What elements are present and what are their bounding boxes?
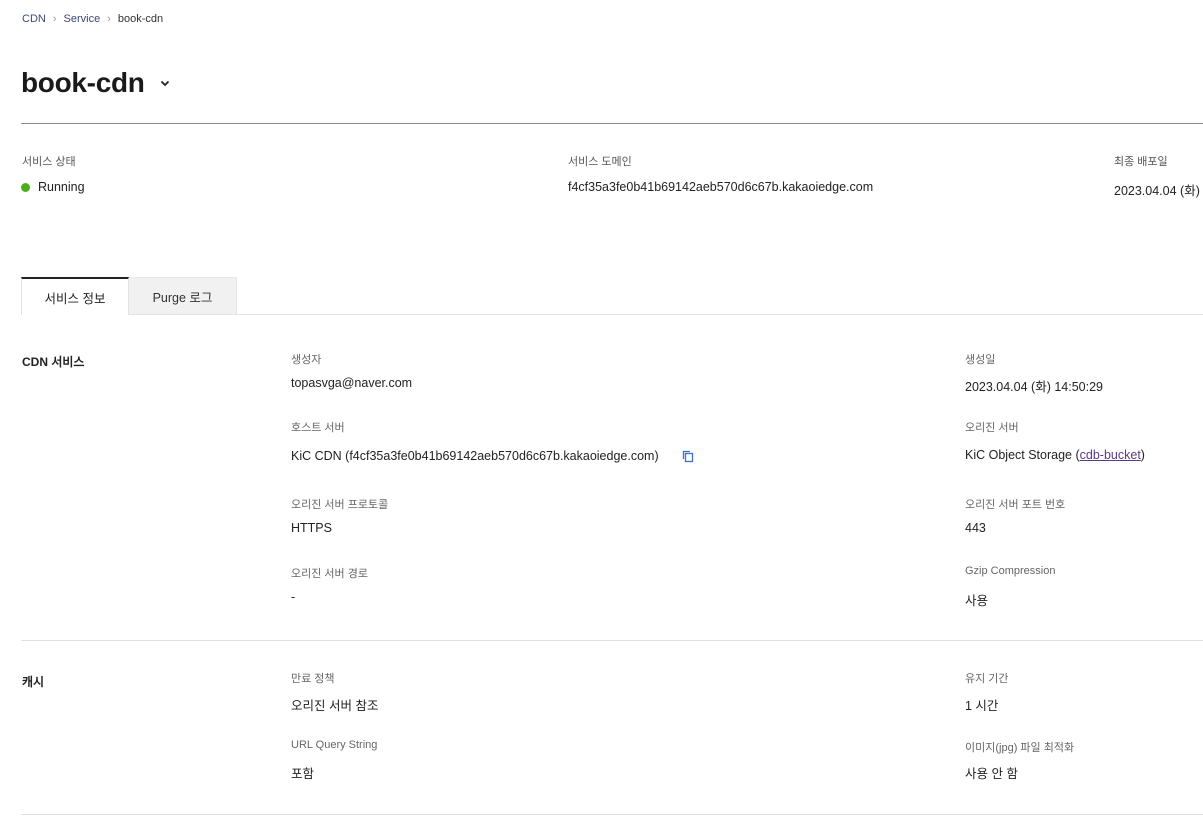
section-divider xyxy=(21,814,1203,815)
section-divider xyxy=(21,640,1203,641)
status-text: Running xyxy=(38,180,85,194)
gzip-value: 사용 xyxy=(965,594,989,608)
status-value: Running xyxy=(21,180,85,194)
chevron-down-icon[interactable] xyxy=(159,77,171,89)
section-title-cdn: CDN 서비스 xyxy=(22,355,85,369)
port-value: 443 xyxy=(965,521,986,535)
status-label: 서비스 상태 xyxy=(22,156,76,168)
status-dot-icon xyxy=(21,182,30,192)
creator-value: topasvga@naver.com xyxy=(291,376,413,390)
gzip-label: Gzip Compression xyxy=(965,565,1056,577)
host-value-text: KiC CDN (f4cf35a3fe0b41b69142aeb570d6c67… xyxy=(291,449,659,463)
path-label: 오리진 서버 경로 xyxy=(291,568,368,580)
host-value: KiC CDN (f4cf35a3fe0b41b69142aeb570d6c67… xyxy=(291,449,695,463)
protocol-label: 오리진 서버 프로토콜 xyxy=(291,499,389,511)
protocol-value: HTTPS xyxy=(291,521,332,535)
section-title-cache: 캐시 xyxy=(22,675,45,689)
image-opt-label: 이미지(jpg) 파일 최적화 xyxy=(965,742,1075,754)
page-title: book-cdn xyxy=(21,67,145,98)
deploy-label: 최종 배포일 xyxy=(1114,156,1168,168)
origin-suffix: ) xyxy=(1140,448,1145,462)
title-row: book-cdn xyxy=(21,64,171,102)
tab-service-info[interactable]: 서비스 정보 xyxy=(21,277,129,315)
image-opt-value: 사용 안 함 xyxy=(965,767,1018,781)
origin-bucket-link[interactable]: cdb-bucket xyxy=(1080,448,1141,462)
expiry-value: 오리진 서버 참조 xyxy=(291,699,379,713)
domain-label: 서비스 도메인 xyxy=(568,156,632,168)
expiry-label: 만료 정책 xyxy=(291,673,335,685)
created-value: 2023.04.04 (화) 14:50:29 xyxy=(965,380,1103,394)
deploy-value: 2023.04.04 (화) xyxy=(1114,184,1200,198)
breadcrumb-service[interactable]: Service xyxy=(64,13,101,25)
query-value: 포함 xyxy=(291,767,315,781)
ttl-value: 1 시간 xyxy=(965,699,999,713)
cdn-service-detail-page: CDN › Service › book-cdn book-cdn 서비스 상태… xyxy=(0,0,1203,830)
chevron-right-icon: › xyxy=(107,13,111,25)
creator-label: 생성자 xyxy=(291,354,322,366)
title-divider xyxy=(21,123,1203,124)
origin-label: 오리진 서버 xyxy=(965,422,1019,434)
tab-bar: 서비스 정보 Purge 로그 xyxy=(21,277,237,315)
breadcrumb: CDN › Service › book-cdn xyxy=(22,12,163,26)
tab-purge-log[interactable]: Purge 로그 xyxy=(129,277,237,314)
path-value: - xyxy=(291,590,296,604)
origin-value: KiC Object Storage (cdb-bucket) xyxy=(965,448,1145,462)
port-label: 오리진 서버 포트 번호 xyxy=(965,499,1066,511)
origin-prefix: KiC Object Storage ( xyxy=(965,448,1080,462)
query-label: URL Query String xyxy=(291,739,378,751)
host-label: 호스트 서버 xyxy=(291,422,345,434)
copy-icon[interactable] xyxy=(681,449,695,463)
breadcrumb-cdn[interactable]: CDN xyxy=(22,13,46,25)
tab-underline xyxy=(129,314,1203,315)
created-label: 생성일 xyxy=(965,354,996,366)
ttl-label: 유지 기간 xyxy=(965,673,1009,685)
breadcrumb-current: book-cdn xyxy=(117,13,164,25)
chevron-right-icon: › xyxy=(52,13,57,25)
domain-value: f4cf35a3fe0b41b69142aeb570d6c67b.kakaoie… xyxy=(568,180,874,194)
